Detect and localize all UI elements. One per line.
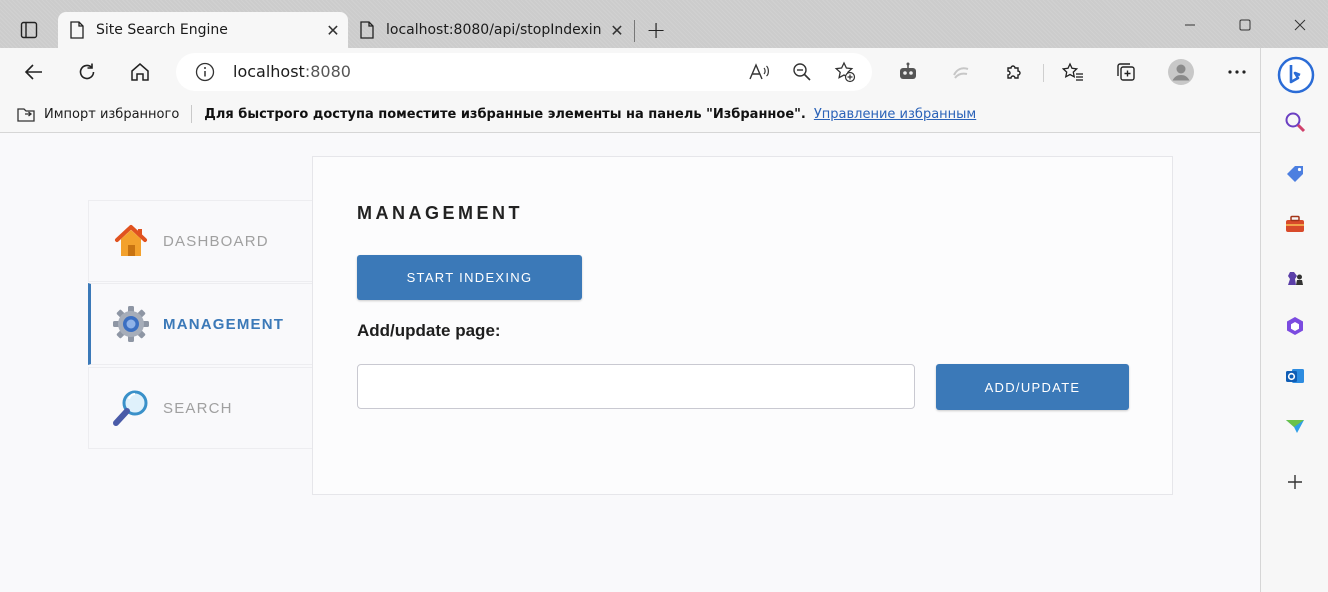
office-sidebar-button[interactable] (1279, 310, 1311, 342)
import-icon (17, 108, 35, 122)
extension-robot-button[interactable] (890, 54, 926, 90)
edge-sidebar (1260, 48, 1328, 592)
page-icon (70, 21, 84, 39)
send-sidebar-button[interactable] (1279, 410, 1311, 442)
toolbar-divider (1043, 64, 1044, 82)
favbar-divider (191, 105, 193, 123)
outlook-icon (1286, 369, 1304, 383)
add-update-label: Add/update page: (357, 321, 501, 340)
more-icon (1228, 70, 1246, 74)
collections-icon (1117, 63, 1135, 81)
url-text: localhost:8080 (233, 62, 351, 81)
tab-stop-indexing[interactable]: localhost:8080/api/stopIndexing ✕ (356, 12, 632, 48)
avatar (1168, 59, 1194, 85)
outlook-sidebar-button[interactable] (1279, 360, 1311, 392)
nav-panel: DASHBOARD MANAGEMENT SEARCH (88, 200, 312, 452)
shopping-sidebar-button[interactable] (1279, 158, 1311, 190)
new-tab-button[interactable]: + (640, 14, 672, 46)
back-arrow-icon (24, 64, 42, 80)
tag-icon (1287, 166, 1303, 182)
sync-disabled-icon (953, 67, 969, 79)
favorites-button[interactable] (1055, 54, 1091, 90)
tab-title: Site Search Engine (96, 22, 228, 38)
browser-toolbar: localhost:8080 (0, 48, 1328, 96)
toolbox-icon (1286, 215, 1304, 232)
minimize-button[interactable] (1170, 10, 1210, 40)
tab-title: localhost:8080/api/stopIndexing (386, 22, 602, 38)
office-icon (1287, 317, 1303, 335)
management-panel: MANAGEMENT START INDEXING Add/update pag… (312, 156, 1173, 495)
close-window-button[interactable] (1280, 10, 1320, 40)
tab-divider (634, 20, 635, 42)
favorites-hint: Для быстрого доступа поместите избранные… (204, 106, 806, 122)
search-icon (1285, 112, 1306, 133)
favorites-icon (1062, 62, 1083, 81)
bing-icon (1277, 56, 1315, 94)
settings-more-button[interactable] (1219, 54, 1255, 90)
maximize-icon (1239, 19, 1251, 31)
page-icon (360, 21, 374, 39)
back-button[interactable] (16, 54, 52, 90)
page-viewport: DASHBOARD MANAGEMENT SEARCH MANAGEMENT S… (0, 133, 1260, 592)
extensions-button[interactable] (996, 54, 1032, 90)
site-info-icon[interactable] (195, 62, 215, 82)
add-favorite-icon[interactable] (834, 61, 856, 83)
tab-strip: Site Search Engine ✕ localhost:8080/api/… (0, 0, 1328, 48)
nav-item-management[interactable]: MANAGEMENT (88, 283, 312, 365)
maximize-button[interactable] (1225, 10, 1265, 40)
extension-disabled-button[interactable] (943, 54, 979, 90)
collections-button[interactable] (1108, 54, 1144, 90)
tab-close-icon[interactable]: ✕ (602, 21, 632, 40)
nav-item-search[interactable]: SEARCH (88, 367, 312, 449)
favorites-bar: Импорт избранного Для быстрого доступа п… (0, 96, 1260, 133)
tools-sidebar-button[interactable] (1279, 208, 1311, 240)
plus-icon (1288, 475, 1302, 489)
paper-plane-icon (1286, 420, 1304, 433)
zoom-out-icon[interactable] (792, 62, 812, 82)
read-aloud-icon[interactable] (748, 62, 770, 82)
home-icon (131, 63, 149, 81)
refresh-icon (79, 63, 95, 80)
close-icon (1294, 19, 1306, 31)
nav-item-label: SEARCH (163, 399, 233, 417)
tab-site-search-engine[interactable]: Site Search Engine ✕ (58, 12, 348, 48)
chess-icon (1288, 272, 1303, 285)
url-port: :8080 (304, 62, 351, 81)
import-favorites-label: Импорт избранного (44, 106, 180, 122)
profile-button[interactable] (1163, 54, 1199, 90)
tab-actions-icon (20, 21, 38, 39)
home-button[interactable] (122, 54, 158, 90)
refresh-button[interactable] (69, 54, 105, 90)
robot-icon (900, 62, 916, 79)
nav-item-dashboard[interactable]: DASHBOARD (88, 200, 312, 282)
magnifier-icon (113, 390, 148, 426)
puzzle-icon (1007, 65, 1021, 79)
minimize-icon (1185, 24, 1195, 26)
search-sidebar-button[interactable] (1279, 106, 1311, 138)
page-title: MANAGEMENT (357, 203, 523, 223)
house-icon (115, 225, 147, 256)
bing-chat-button[interactable] (1277, 56, 1315, 94)
nav-item-label: MANAGEMENT (163, 315, 285, 333)
page-url-input[interactable] (357, 364, 915, 409)
tab-actions-button[interactable] (8, 12, 50, 48)
start-indexing-button[interactable]: START INDEXING (357, 255, 582, 300)
nav-item-label: DASHBOARD (163, 232, 269, 250)
manage-favorites-link[interactable]: Управление избранным (814, 107, 976, 122)
import-favorites-button[interactable]: Импорт избранного (16, 105, 179, 123)
url-host: localhost (233, 62, 305, 81)
gear-icon (113, 306, 149, 342)
add-update-button[interactable]: ADD/UPDATE (936, 364, 1129, 410)
address-bar[interactable]: localhost:8080 (176, 53, 872, 91)
add-sidebar-button[interactable] (1279, 466, 1311, 498)
tab-close-icon[interactable]: ✕ (318, 21, 348, 40)
games-sidebar-button[interactable] (1279, 260, 1311, 292)
